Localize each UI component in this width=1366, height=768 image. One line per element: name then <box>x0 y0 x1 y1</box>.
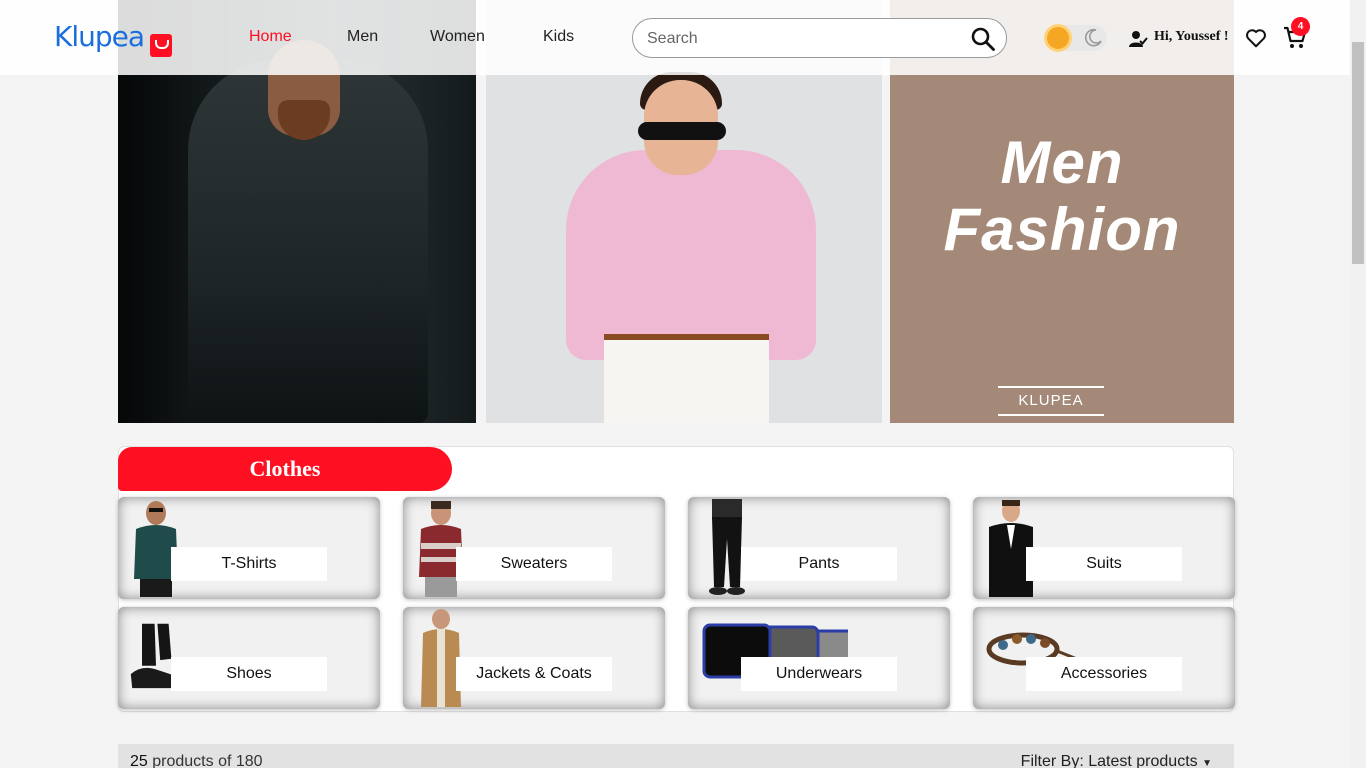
category-tile-tshirts[interactable]: T-Shirts <box>118 497 380 599</box>
filter-label: Filter By: Latest products <box>1020 753 1198 768</box>
caret-down-icon: ▼ <box>1202 758 1212 768</box>
category-tile-accessories[interactable]: Accessories <box>973 607 1235 709</box>
category-label: Underwears <box>741 657 897 691</box>
category-tile-sweaters[interactable]: Sweaters <box>403 497 665 599</box>
nav-kids[interactable]: Kids <box>543 28 574 46</box>
filter-dropdown[interactable]: Filter By: Latest products ▼ <box>1021 753 1212 768</box>
nav-home[interactable]: Home <box>249 28 292 46</box>
category-label: Shoes <box>171 657 327 691</box>
scrollbar-thumb[interactable] <box>1352 42 1364 264</box>
site-logo[interactable]: Klupea <box>54 20 145 53</box>
hero-brand-mark: KLUPEA <box>998 386 1104 416</box>
category-tile-pants[interactable]: Pants <box>688 497 950 599</box>
nav-men[interactable]: Men <box>347 28 378 46</box>
category-tile-shoes[interactable]: Shoes <box>118 607 380 709</box>
products-count: 25 products of 180 <box>130 753 263 768</box>
categories-title: Clothes <box>118 447 452 491</box>
shopping-bag-logo-icon[interactable] <box>150 34 172 57</box>
sun-icon <box>1047 27 1069 49</box>
search-bar <box>632 18 1007 58</box>
user-greeting[interactable]: Hi, Youssef ! <box>1154 29 1229 45</box>
category-label: Jackets & Coats <box>456 657 612 691</box>
user-check-icon[interactable] <box>1128 29 1148 49</box>
category-tile-underwears[interactable]: Underwears <box>688 607 950 709</box>
theme-toggle[interactable] <box>1045 25 1107 51</box>
category-label: Suits <box>1026 547 1182 581</box>
search-input[interactable] <box>647 28 957 50</box>
category-label: Accessories <box>1026 657 1182 691</box>
category-label: Pants <box>741 547 897 581</box>
category-label: Sweaters <box>456 547 612 581</box>
products-shown: 25 <box>130 753 148 768</box>
category-label: T-Shirts <box>171 547 327 581</box>
category-tile-suits[interactable]: Suits <box>973 497 1235 599</box>
category-tile-jackets-coats[interactable]: Jackets & Coats <box>403 607 665 709</box>
cart-count-badge: 4 <box>1291 17 1310 36</box>
heart-icon[interactable] <box>1245 27 1267 49</box>
products-toolbar: 25 products of 180 Filter By: Latest pro… <box>118 744 1234 768</box>
moon-icon <box>1085 28 1102 47</box>
search-icon[interactable] <box>970 26 996 52</box>
products-count-text: products of 180 <box>152 753 263 768</box>
top-navbar: Klupea Home Men Women Kids Hi, Youssef !… <box>0 0 1350 75</box>
nav-women[interactable]: Women <box>430 28 485 46</box>
hero-headline-2: Fashion <box>943 196 1181 263</box>
hero-headline-1: Men <box>1000 129 1124 196</box>
